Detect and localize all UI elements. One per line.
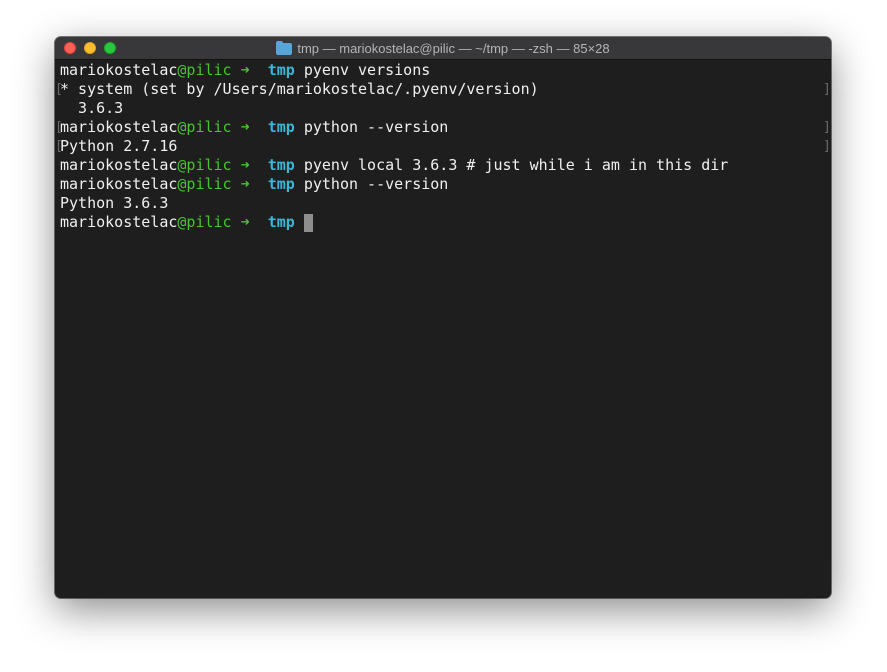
window-title: tmp — mariokostelac@pilic — ~/tmp — -zsh… [297, 41, 609, 56]
command-text: pyenv local 3.6.3 # just while i am in t… [304, 156, 728, 174]
prompt-arrow: ➜ [241, 213, 250, 231]
prompt-user: mariokostelac [60, 175, 177, 193]
prompt-dir: tmp [268, 175, 295, 193]
output-line: 3.6.3 [60, 99, 123, 118]
prompt-arrow: ➜ [241, 118, 250, 136]
selection-bracket-left: [ [55, 80, 63, 99]
terminal-window: tmp — mariokostelac@pilic — ~/tmp — -zsh… [55, 37, 831, 598]
selection-bracket-left: [ [55, 118, 63, 137]
output-text: 3.6.3 [60, 99, 123, 117]
command-text: python --version [304, 118, 449, 136]
command-text: pyenv versions [304, 61, 430, 79]
prompt-user: mariokostelac [60, 213, 177, 231]
prompt-dir: tmp [268, 61, 295, 79]
output-line: Python 2.7.16 [60, 137, 177, 156]
prompt-line: mariokostelac@pilic ➜ tmp pyenv versions [60, 61, 430, 80]
prompt-user: mariokostelac [60, 61, 177, 79]
prompt-line: mariokostelac@pilic ➜ tmp pyenv local 3.… [60, 156, 728, 175]
prompt-arrow: ➜ [241, 156, 250, 174]
prompt-dir: tmp [268, 213, 295, 231]
selection-bracket-right: ] [823, 137, 831, 156]
window-title-group: tmp — mariokostelac@pilic — ~/tmp — -zsh… [55, 37, 831, 60]
prompt-arrow: ➜ [241, 175, 250, 193]
prompt-host: @pilic [177, 61, 231, 79]
prompt-dir: tmp [268, 156, 295, 174]
output-line: * system (set by /Users/mariokostelac/.p… [60, 80, 539, 99]
prompt-arrow: ➜ [241, 61, 250, 79]
output-text: Python 3.6.3 [60, 194, 168, 212]
selection-bracket-right: ] [823, 118, 831, 137]
output-line: Python 3.6.3 [60, 194, 168, 213]
title-bar[interactable]: tmp — mariokostelac@pilic — ~/tmp — -zsh… [55, 37, 831, 60]
terminal-content[interactable]: mariokostelac@pilic ➜ tmp pyenv versions… [55, 61, 831, 598]
prompt-dir: tmp [268, 118, 295, 136]
prompt-host: @pilic [177, 175, 231, 193]
folder-icon [276, 43, 292, 55]
output-text: Python 2.7.16 [60, 137, 177, 155]
prompt-user: mariokostelac [60, 118, 177, 136]
selection-bracket-right: ] [823, 80, 831, 99]
selection-bracket-left: [ [55, 137, 63, 156]
output-text: * system (set by /Users/mariokostelac/.p… [60, 80, 539, 98]
text-cursor [304, 214, 313, 232]
prompt-host: @pilic [177, 213, 231, 231]
current-prompt-line[interactable]: mariokostelac@pilic ➜ tmp [60, 213, 313, 232]
prompt-host: @pilic [177, 118, 231, 136]
prompt-line: mariokostelac@pilic ➜ tmp python --versi… [60, 175, 448, 194]
prompt-line: mariokostelac@pilic ➜ tmp python --versi… [60, 118, 448, 137]
prompt-host: @pilic [177, 156, 231, 174]
command-text: python --version [304, 175, 449, 193]
prompt-user: mariokostelac [60, 156, 177, 174]
